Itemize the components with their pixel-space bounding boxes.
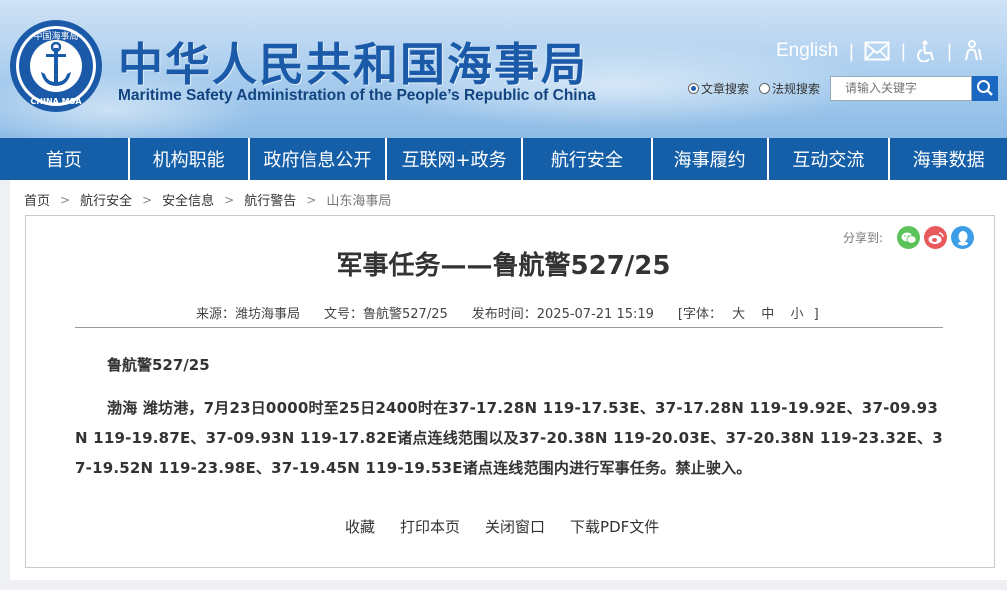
favorite-button[interactable]: 收藏 xyxy=(345,516,375,537)
article-title: 军事任务——鲁航警527/25 xyxy=(0,245,1007,282)
font-size-close-bracket: ] xyxy=(814,307,819,322)
weibo-icon xyxy=(928,231,944,245)
divider: | xyxy=(946,41,952,62)
site-subtitle: Maritime Safety Administration of the Pe… xyxy=(118,87,596,105)
search-input[interactable] xyxy=(830,76,972,101)
nav-item-home[interactable]: 首页 xyxy=(0,138,128,180)
msa-logo[interactable]: 中国海事局 CHINA MSA xyxy=(8,18,104,114)
meta-source: 来源：潍坊海事局 xyxy=(196,303,300,322)
breadcrumb-separator-icon: > xyxy=(306,193,316,207)
radio-dot[interactable] xyxy=(759,83,770,94)
radio-law-search[interactable]: 法规搜索 xyxy=(759,80,820,97)
download-pdf-button[interactable]: 下载PDF文件 xyxy=(570,516,659,537)
font-size-control: [字体： 大 中 小 ] xyxy=(678,303,819,322)
font-size-small[interactable]: 小 xyxy=(790,307,803,322)
search-button[interactable] xyxy=(972,76,998,101)
radio-article-search[interactable]: 文章搜索 xyxy=(688,80,749,97)
breadcrumb-item[interactable]: 航行安全 xyxy=(80,190,132,209)
breadcrumb-separator-icon: > xyxy=(60,193,70,207)
wechat-icon xyxy=(901,231,917,245)
font-size-label: [字体： xyxy=(678,307,722,322)
nav-item-nav-safety[interactable]: 航行安全 xyxy=(523,138,651,180)
breadcrumb-item-current[interactable]: 山东海事局 xyxy=(326,190,391,209)
font-size-medium[interactable]: 中 xyxy=(761,307,774,322)
breadcrumb: 首页 > 航行安全 > 安全信息 > 航行警告 > 山东海事局 xyxy=(24,190,391,209)
divider: | xyxy=(900,41,906,62)
divider: | xyxy=(848,41,854,62)
accessibility-icon[interactable] xyxy=(916,40,936,62)
breadcrumb-separator-icon: > xyxy=(142,193,152,207)
article-meta: 来源：潍坊海事局 文号：鲁航警527/25 发布时间：2025-07-21 15… xyxy=(196,303,843,322)
radio-label: 法规搜索 xyxy=(772,80,820,97)
nav-item-compliance[interactable]: 海事履约 xyxy=(653,138,767,180)
radio-label: 文章搜索 xyxy=(701,80,749,97)
logo-text-bottom: CHINA MSA xyxy=(30,97,82,106)
nav-item-gov-info[interactable]: 政府信息公开 xyxy=(250,138,386,180)
nav-item-interaction[interactable]: 互动交流 xyxy=(769,138,889,180)
logo-text-top: 中国海事局 xyxy=(33,30,78,42)
print-button[interactable]: 打印本页 xyxy=(400,516,460,537)
meta-divider xyxy=(75,327,943,328)
breadcrumb-separator-icon: > xyxy=(224,193,234,207)
search-icon xyxy=(976,79,994,97)
main-nav: 首页 机构职能 政府信息公开 互联网+政务 航行安全 海事履约 互动交流 海事数… xyxy=(0,138,1007,180)
breadcrumb-item[interactable]: 安全信息 xyxy=(162,190,214,209)
site-title: 中华人民共和国海事局 xyxy=(118,28,588,93)
site-header: 中国海事局 CHINA MSA 中华人民共和国海事局 Maritime Safe… xyxy=(0,0,1007,138)
nav-item-internet-gov[interactable]: 互联网+政务 xyxy=(387,138,521,180)
nav-item-functions[interactable]: 机构职能 xyxy=(130,138,248,180)
search-area: 文章搜索 法规搜索 xyxy=(688,76,998,100)
qq-icon xyxy=(956,230,970,246)
english-link[interactable]: English xyxy=(776,40,838,62)
breadcrumb-item-home[interactable]: 首页 xyxy=(24,190,50,209)
meta-publish-time: 发布时间：2025-07-21 15:19 xyxy=(472,303,654,322)
article-body: 渤海 潍坊港，7月23日0000时至25日2400时在37-17.28N 119… xyxy=(75,393,947,483)
font-size-large[interactable]: 大 xyxy=(732,307,745,322)
top-links: English | | | xyxy=(776,38,983,64)
nav-item-data[interactable]: 海事数据 xyxy=(890,138,1007,180)
close-window-button[interactable]: 关闭窗口 xyxy=(485,516,545,537)
share-label: 分享到: xyxy=(843,229,883,246)
mail-icon[interactable] xyxy=(864,41,890,61)
article-heading: 鲁航警527/25 xyxy=(107,354,210,375)
meta-doc-number: 文号：鲁航警527/25 xyxy=(324,303,448,322)
radio-dot-selected[interactable] xyxy=(688,83,699,94)
article-actions: 收藏 打印本页 关闭窗口 下载PDF文件 xyxy=(345,516,684,537)
breadcrumb-item[interactable]: 航行警告 xyxy=(244,190,296,209)
elderly-mode-icon[interactable] xyxy=(963,40,983,62)
